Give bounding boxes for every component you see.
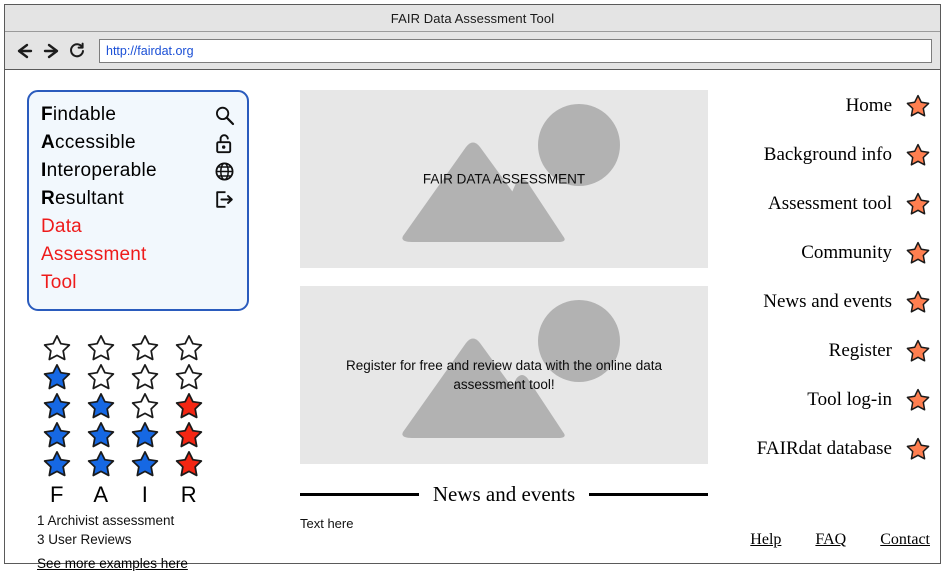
fair-principle-interoperable: Interoperable xyxy=(41,157,235,185)
news-and-events-header: News and events xyxy=(300,482,709,507)
star-icon xyxy=(906,192,930,216)
fair-principle-label: Interoperable xyxy=(41,160,157,181)
star-icon xyxy=(906,339,930,363)
hero-banner-primary[interactable]: FAIR DATA ASSESSMENT xyxy=(300,90,708,268)
fair-principle-findable: Findable xyxy=(41,101,235,129)
hero-banner-secondary-text: Register for free and review data with t… xyxy=(346,358,662,392)
rating-example: F A I R 1 Archivist assessment 3 User Re… xyxy=(35,333,225,573)
column-label-f: F xyxy=(50,482,64,507)
hero-banner-secondary[interactable]: Register for free and review data with t… xyxy=(300,286,708,464)
nav-item-register[interactable]: Register xyxy=(702,335,930,367)
back-arrow-icon[interactable] xyxy=(13,39,37,63)
rating-star-f-1[interactable] xyxy=(43,450,71,478)
user-reviews-count: 3 User Reviews xyxy=(37,532,132,547)
rating-star-r-5[interactable] xyxy=(175,334,203,362)
rating-star-f-4[interactable] xyxy=(43,363,71,391)
nav-item-home[interactable]: Home xyxy=(702,90,930,122)
rating-star-i-5[interactable] xyxy=(131,334,159,362)
footer-links: Help FAQ Contact xyxy=(750,531,930,549)
browser-toolbar: http://fairdat.org xyxy=(5,32,940,70)
fair-tagline-line-1: Data xyxy=(41,216,82,237)
rating-star-a-5[interactable] xyxy=(87,334,115,362)
fair-principle-resultant: Resultant xyxy=(41,185,235,213)
divider-right xyxy=(589,493,709,496)
divider-left xyxy=(300,493,419,496)
rating-star-r-2[interactable] xyxy=(175,421,203,449)
nav-item-news-and-events[interactable]: News and events xyxy=(702,286,930,318)
hero-banner-primary-text: FAIR DATA ASSESSMENT xyxy=(422,171,586,187)
column-label-a: A xyxy=(93,482,109,507)
nav-item-community[interactable]: Community xyxy=(702,237,930,269)
nav-item-background-info[interactable]: Background info xyxy=(702,139,930,171)
star-icon xyxy=(906,290,930,314)
footer-link-help[interactable]: Help xyxy=(750,531,781,549)
browser-window: FAIR Data Assessment Tool http://fairdat… xyxy=(4,4,941,571)
left-sidebar: Findable Accessible Interoperable Result… xyxy=(27,90,267,573)
star-icon xyxy=(906,143,930,167)
nav-item-label: Register xyxy=(828,340,892,361)
nav-item-label: Home xyxy=(845,95,892,116)
reload-icon[interactable] xyxy=(65,39,89,63)
rating-star-r-4[interactable] xyxy=(175,363,203,391)
main-content: FAIR DATA ASSESSMENT Register for free a… xyxy=(300,90,709,531)
rating-star-a-1[interactable] xyxy=(87,450,115,478)
archivist-assessment-count: 1 Archivist assessment xyxy=(37,513,175,528)
globe-icon xyxy=(213,160,235,182)
rating-star-f-3[interactable] xyxy=(43,392,71,420)
rating-star-r-3[interactable] xyxy=(175,392,203,420)
rating-star-r-1[interactable] xyxy=(175,450,203,478)
nav-item-label: Background info xyxy=(763,144,892,165)
see-more-examples-link[interactable]: See more examples here xyxy=(37,556,188,571)
star-icon xyxy=(906,241,930,265)
rating-star-f-5[interactable] xyxy=(43,334,71,362)
forward-arrow-icon[interactable] xyxy=(39,39,63,63)
fair-star-grid xyxy=(35,333,225,478)
star-icon xyxy=(906,94,930,118)
fair-tagline-line-2: Assessment xyxy=(41,244,147,265)
rating-star-i-4[interactable] xyxy=(131,363,159,391)
fair-principle-label: Resultant xyxy=(41,188,124,209)
rating-star-i-2[interactable] xyxy=(131,421,159,449)
primary-navigation: Home Background info Assessment tool Commun… xyxy=(702,90,930,482)
nav-item-label: News and events xyxy=(763,291,892,312)
nav-item-label: Assessment tool xyxy=(767,193,892,214)
nav-item-label: Tool log-in xyxy=(807,389,892,410)
star-icon xyxy=(906,388,930,412)
login-icon xyxy=(213,188,235,210)
fair-column-labels: F A I R xyxy=(35,482,225,508)
nav-item-label: FAIRdat database xyxy=(756,438,892,459)
nav-item-label: Community xyxy=(801,242,892,263)
window-title: FAIR Data Assessment Tool xyxy=(390,10,555,26)
news-and-events-body: Text here xyxy=(300,516,354,531)
nav-item-tool-log-in[interactable]: Tool log-in xyxy=(702,384,930,416)
fair-principle-label: Findable xyxy=(41,104,117,125)
rating-star-a-2[interactable] xyxy=(87,421,115,449)
rating-star-a-3[interactable] xyxy=(87,392,115,420)
fair-principles-box: Findable Accessible Interoperable Result… xyxy=(27,90,249,311)
nav-item-assessment-tool[interactable]: Assessment tool xyxy=(702,188,930,220)
footer-link-contact[interactable]: Contact xyxy=(880,531,930,549)
rating-star-f-2[interactable] xyxy=(43,421,71,449)
rating-summary: 1 Archivist assessment 3 User Reviews xyxy=(37,511,225,549)
fair-principle-accessible: Accessible xyxy=(41,129,235,157)
unlock-icon xyxy=(213,132,235,154)
star-icon xyxy=(906,437,930,461)
nav-item-fairdat-database[interactable]: FAIRdat database xyxy=(702,433,930,465)
rating-star-a-4[interactable] xyxy=(87,363,115,391)
page-content: Findable Accessible Interoperable Result… xyxy=(5,70,940,571)
rating-star-i-1[interactable] xyxy=(131,450,159,478)
news-and-events-title: News and events xyxy=(432,482,576,506)
fair-principle-label: Accessible xyxy=(41,132,136,153)
window-title-bar: FAIR Data Assessment Tool xyxy=(5,5,940,32)
address-bar-input[interactable]: http://fairdat.org xyxy=(99,38,932,63)
search-icon xyxy=(213,104,235,126)
rating-star-i-3[interactable] xyxy=(131,392,159,420)
column-label-r: R xyxy=(180,482,198,507)
fair-tagline-line-3: Tool xyxy=(41,272,77,293)
column-label-i: I xyxy=(141,482,149,507)
footer-link-faq[interactable]: FAQ xyxy=(815,531,846,549)
